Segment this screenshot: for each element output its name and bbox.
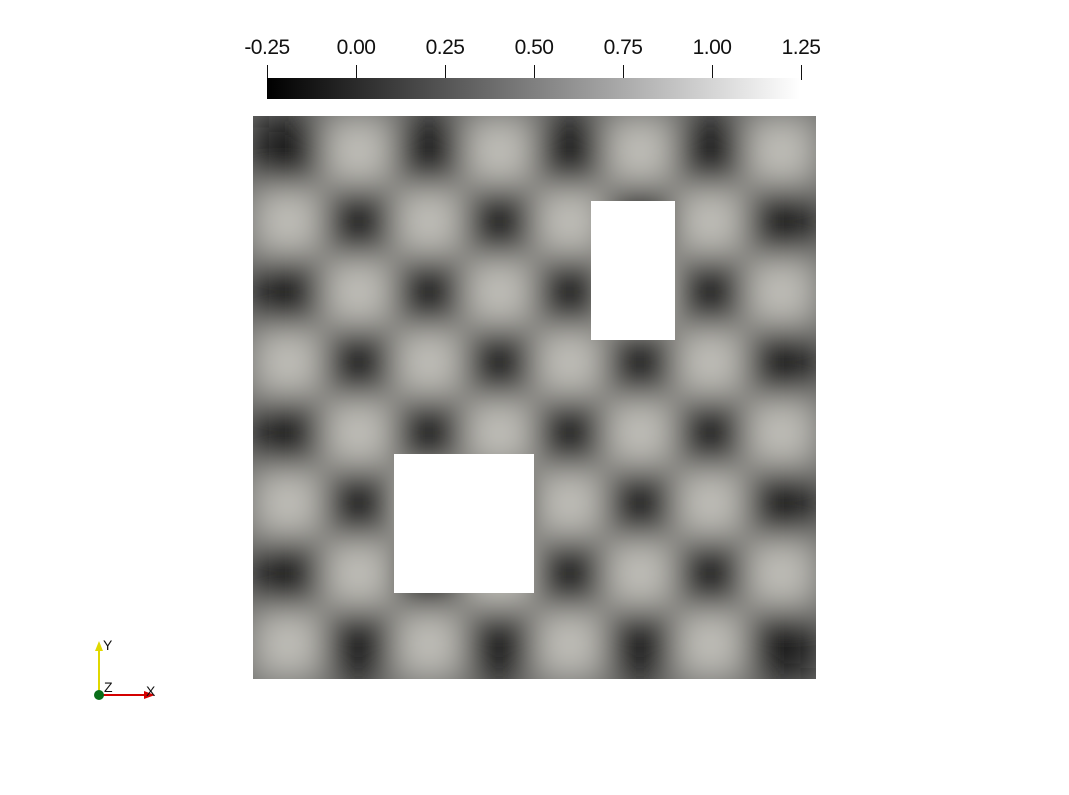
- field-cell: [675, 608, 747, 679]
- colorbar-gradient: [267, 78, 800, 99]
- square-hole: [394, 454, 534, 593]
- field-cell: [464, 608, 536, 679]
- field-cell: [534, 116, 606, 187]
- field-cell: [253, 467, 324, 539]
- field-cell: [604, 608, 676, 679]
- field-cell: [745, 538, 816, 610]
- field-cell: [323, 116, 395, 187]
- field-cell: [604, 467, 676, 539]
- colorbar-tick-label: 0.00: [336, 36, 376, 59]
- field-cell: [604, 538, 676, 610]
- field-cell: [253, 608, 324, 679]
- field-cell: [534, 397, 606, 469]
- rectangle-hole: [591, 201, 675, 340]
- z-axis-dot: [94, 690, 104, 700]
- field-cell: [464, 327, 536, 399]
- field-cell: [604, 397, 676, 469]
- colorbar-tick-label: 1.00: [692, 36, 732, 59]
- field-cell: [464, 186, 536, 258]
- field-cell: [253, 538, 324, 610]
- checkerboard-field: [253, 116, 816, 679]
- field-cell: [675, 397, 747, 469]
- field-cell: [604, 116, 676, 187]
- color-legend: -0.25 0.00 0.25 0.50 0.75 1.00 1.25: [236, 34, 836, 104]
- field-cell: [253, 327, 324, 399]
- field-cell: [675, 327, 747, 399]
- field-cell: [745, 116, 816, 187]
- field-cell: [675, 186, 747, 258]
- z-axis-label: Z: [104, 679, 113, 695]
- field-cell: [393, 608, 465, 679]
- field-cell: [323, 538, 395, 610]
- orientation-axes: Y X Z: [84, 634, 164, 704]
- field-cell: [464, 256, 536, 328]
- field-cell: [534, 538, 606, 610]
- field-cell: [534, 608, 606, 679]
- field-cell: [393, 327, 465, 399]
- field-cell: [323, 327, 395, 399]
- field-cell: [323, 608, 395, 679]
- y-axis-arrowhead: [95, 641, 103, 651]
- field-cell: [675, 538, 747, 610]
- colorbar-tick-label: 0.75: [603, 36, 643, 59]
- field-cell: [253, 186, 324, 258]
- colorbar-tick-label: 0.25: [425, 36, 465, 59]
- field-cell: [253, 256, 324, 328]
- colorbar-tick-label: -0.25: [244, 36, 290, 59]
- y-axis-label: Y: [103, 637, 113, 653]
- field-cell: [745, 327, 816, 399]
- field-cell: [253, 397, 324, 469]
- render-viewport[interactable]: [253, 116, 816, 679]
- field-cell: [675, 116, 747, 187]
- field-cell: [323, 397, 395, 469]
- field-cell: [745, 397, 816, 469]
- field-cell: [393, 116, 465, 187]
- field-cell: [323, 186, 395, 258]
- field-plot: [253, 116, 816, 679]
- field-cell: [253, 116, 324, 187]
- field-cell: [745, 256, 816, 328]
- field-cell: [745, 467, 816, 539]
- field-cell: [393, 256, 465, 328]
- colorbar-tick-mark: [801, 65, 802, 80]
- field-cell: [464, 116, 536, 187]
- x-axis-label: X: [146, 683, 156, 699]
- colorbar-tick-label: 0.50: [514, 36, 554, 59]
- field-cell: [393, 186, 465, 258]
- colorbar-tick-label: 1.25: [781, 36, 821, 59]
- field-cell: [323, 467, 395, 539]
- field-cell: [323, 256, 395, 328]
- field-cell: [534, 467, 606, 539]
- field-cell: [675, 467, 747, 539]
- field-cell: [745, 608, 816, 679]
- field-cell: [675, 256, 747, 328]
- field-cell: [745, 186, 816, 258]
